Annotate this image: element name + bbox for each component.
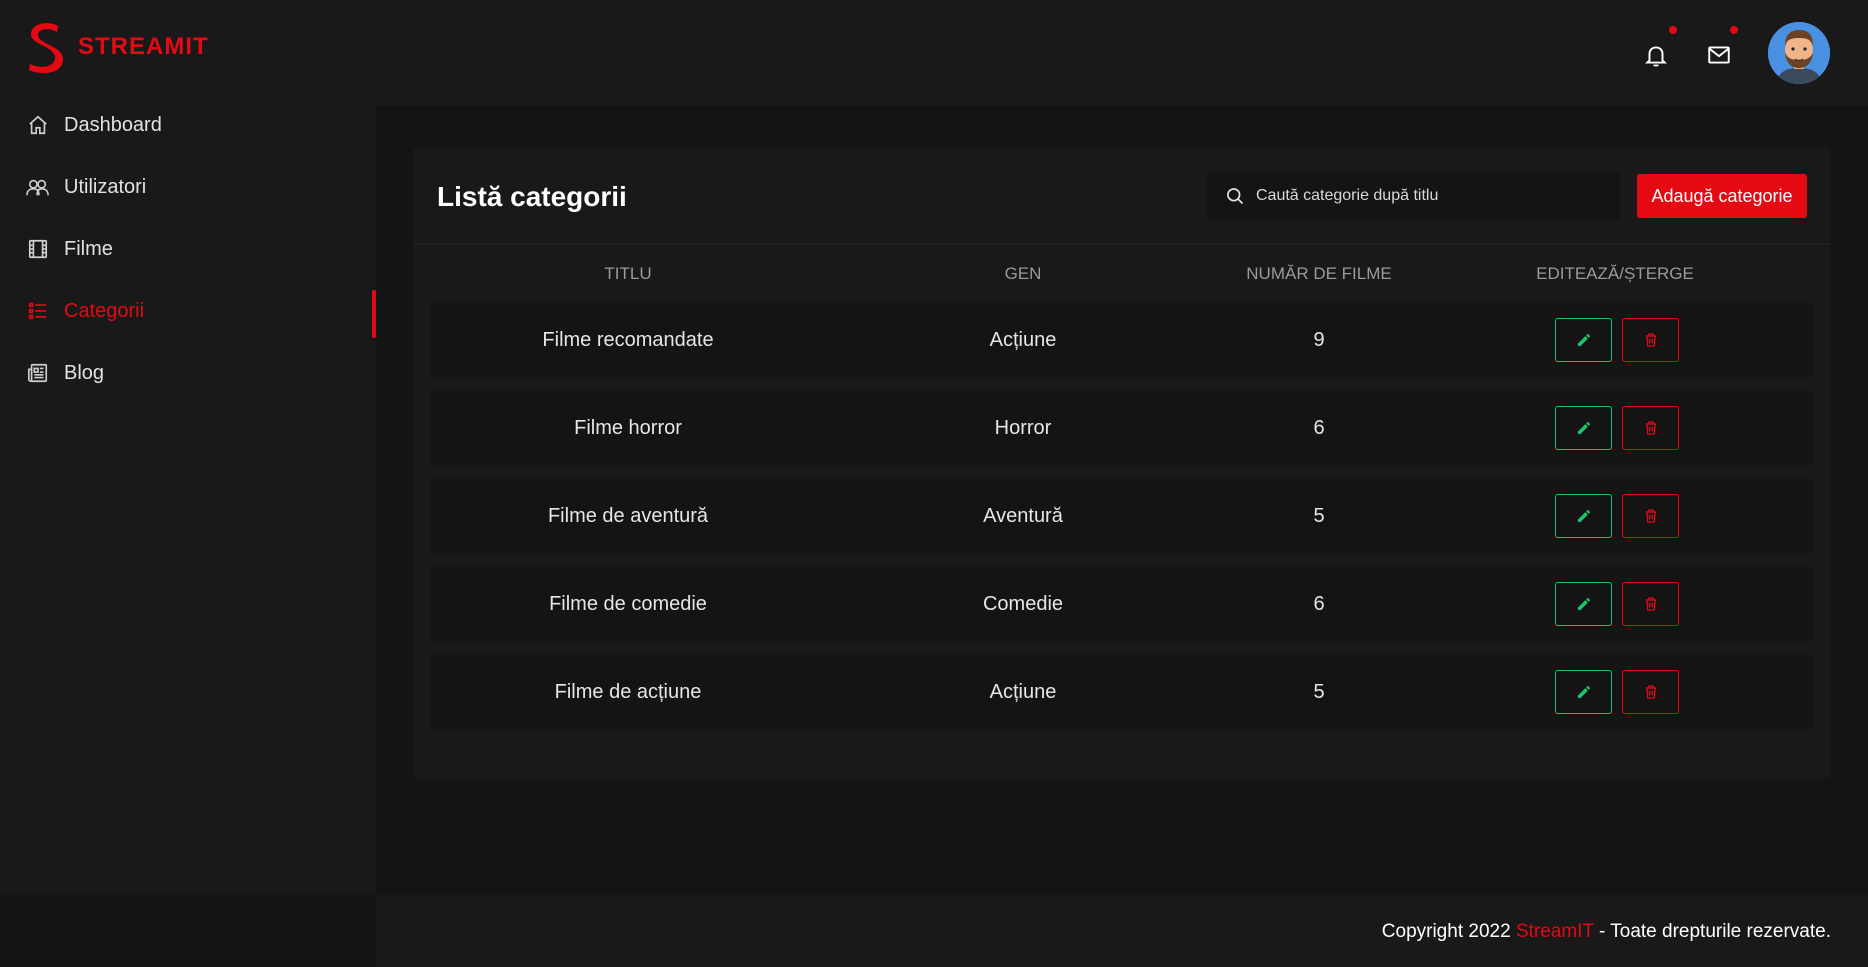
trash-icon <box>1645 685 1656 699</box>
sidebar-item-users[interactable]: Utilizatori <box>0 156 376 218</box>
pencil-icon <box>1577 598 1590 610</box>
cell-genre: Aventură <box>983 505 1063 527</box>
delete-button[interactable] <box>1622 582 1679 626</box>
edit-button[interactable] <box>1555 582 1612 626</box>
cell-genre: Acțiune <box>989 681 1057 703</box>
list-icon <box>26 299 50 323</box>
messages-button[interactable] <box>1704 40 1734 70</box>
sidebar-item-dashboard[interactable]: Dashboard <box>0 94 376 156</box>
column-header-title: TITLU <box>604 264 652 283</box>
cell-count: 6 <box>1313 593 1325 615</box>
sidebar: STREAMIT Dashboard Utilizatori Filme Cat… <box>0 0 376 895</box>
add-category-button[interactable]: Adaugă categorie <box>1637 174 1807 218</box>
trash-icon <box>1645 509 1656 523</box>
column-header-count: NUMĂR DE FILME <box>1246 264 1392 283</box>
categories-card: Listă categorii Adaugă categorie TITLU G… <box>413 147 1831 779</box>
delete-button[interactable] <box>1622 670 1679 714</box>
column-header-genre: GEN <box>1004 264 1042 283</box>
sidebar-item-label: Filme <box>64 237 113 260</box>
footer-brand-link[interactable]: StreamIT <box>1516 921 1594 942</box>
table-row: Filme de comedie Comedie 6 <box>431 567 1813 641</box>
streamit-logo-icon <box>29 23 64 74</box>
edit-button[interactable] <box>1555 494 1612 538</box>
cell-count: 5 <box>1313 505 1325 527</box>
brand-name: STREAMIT <box>78 33 209 60</box>
notifications-button[interactable] <box>1641 40 1671 70</box>
search-icon <box>1224 185 1246 207</box>
delete-button[interactable] <box>1622 318 1679 362</box>
pencil-icon <box>1577 510 1590 522</box>
user-avatar[interactable] <box>1768 22 1830 84</box>
users-icon <box>26 175 50 199</box>
logo[interactable]: STREAMIT <box>24 20 209 74</box>
cell-genre: Horror <box>994 417 1052 439</box>
bell-icon <box>1644 46 1668 67</box>
cell-title: Filme horror <box>574 417 682 439</box>
cell-title: Filme de acțiune <box>554 681 702 703</box>
card-divider <box>413 243 1831 245</box>
edit-button[interactable] <box>1555 406 1612 450</box>
app-root: STREAMIT Dashboard Utilizatori Filme Cat… <box>0 0 1868 967</box>
message-dot <box>1730 26 1738 34</box>
search-box[interactable] <box>1206 172 1620 220</box>
cell-title: Filme de comedie <box>549 593 707 615</box>
notification-dot <box>1669 26 1677 34</box>
trash-icon <box>1645 333 1656 347</box>
copyright-text: Copyright 2022 StreamIT - Toate drepturi… <box>1382 921 1831 943</box>
trash-icon <box>1645 421 1656 435</box>
sidebar-item-categories[interactable]: Categorii <box>0 280 376 342</box>
mail-icon <box>1708 46 1730 64</box>
pencil-icon <box>1577 334 1590 346</box>
row-actions <box>1555 406 1679 450</box>
top-header <box>376 0 1868 106</box>
cell-genre: Acțiune <box>989 329 1057 351</box>
copyright-prefix: Copyright 2022 <box>1381 921 1516 942</box>
column-header-actions: EDITEAZĂ/ȘTERGE <box>1536 264 1694 283</box>
sidebar-item-label: Utilizatori <box>64 175 147 198</box>
cell-title: Filme de aventură <box>547 505 709 527</box>
sidebar-item-blog[interactable]: Blog <box>0 342 376 404</box>
footer: Copyright 2022 StreamIT - Toate drepturi… <box>376 895 1868 967</box>
pencil-icon <box>1577 422 1590 434</box>
avatar-illustration-icon <box>1768 22 1830 84</box>
table-body: Filme recomandate Acțiune 9 Filme horror… <box>431 303 1813 743</box>
sidebar-nav: Dashboard Utilizatori Filme Categorii Bl… <box>0 94 376 404</box>
table-row: Filme horror Horror 6 <box>431 391 1813 465</box>
cell-genre: Comedie <box>982 593 1064 615</box>
sidebar-item-label: Blog <box>64 361 105 384</box>
delete-button[interactable] <box>1622 494 1679 538</box>
trash-icon <box>1645 597 1656 611</box>
sidebar-item-movies[interactable]: Filme <box>0 218 376 280</box>
row-actions <box>1555 582 1679 626</box>
film-icon <box>26 237 50 261</box>
newspaper-icon <box>26 361 50 385</box>
row-actions <box>1555 494 1679 538</box>
page-title: Listă categorii <box>437 181 627 212</box>
copyright-suffix: - Toate drepturile rezervate. <box>1593 921 1831 942</box>
row-actions <box>1555 670 1679 714</box>
delete-button[interactable] <box>1622 406 1679 450</box>
cell-title: Filme recomandate <box>542 329 714 351</box>
table-row: Filme de aventură Aventură 5 <box>431 479 1813 553</box>
cell-count: 6 <box>1313 417 1325 439</box>
pencil-icon <box>1577 686 1590 698</box>
sidebar-item-label: Categorii <box>64 299 145 322</box>
row-actions <box>1555 318 1679 362</box>
table-header: TITLU GEN NUMĂR DE FILME EDITEAZĂ/ȘTERGE <box>431 264 1813 304</box>
edit-button[interactable] <box>1555 318 1612 362</box>
cell-count: 5 <box>1313 681 1325 703</box>
search-input[interactable] <box>1256 187 1596 205</box>
edit-button[interactable] <box>1555 670 1612 714</box>
home-icon <box>26 113 50 137</box>
footer-left <box>0 895 376 967</box>
sidebar-item-label: Dashboard <box>64 113 162 136</box>
cell-count: 9 <box>1313 329 1325 351</box>
table-row: Filme de acțiune Acțiune 5 <box>431 655 1813 729</box>
table-row: Filme recomandate Acțiune 9 <box>431 303 1813 377</box>
